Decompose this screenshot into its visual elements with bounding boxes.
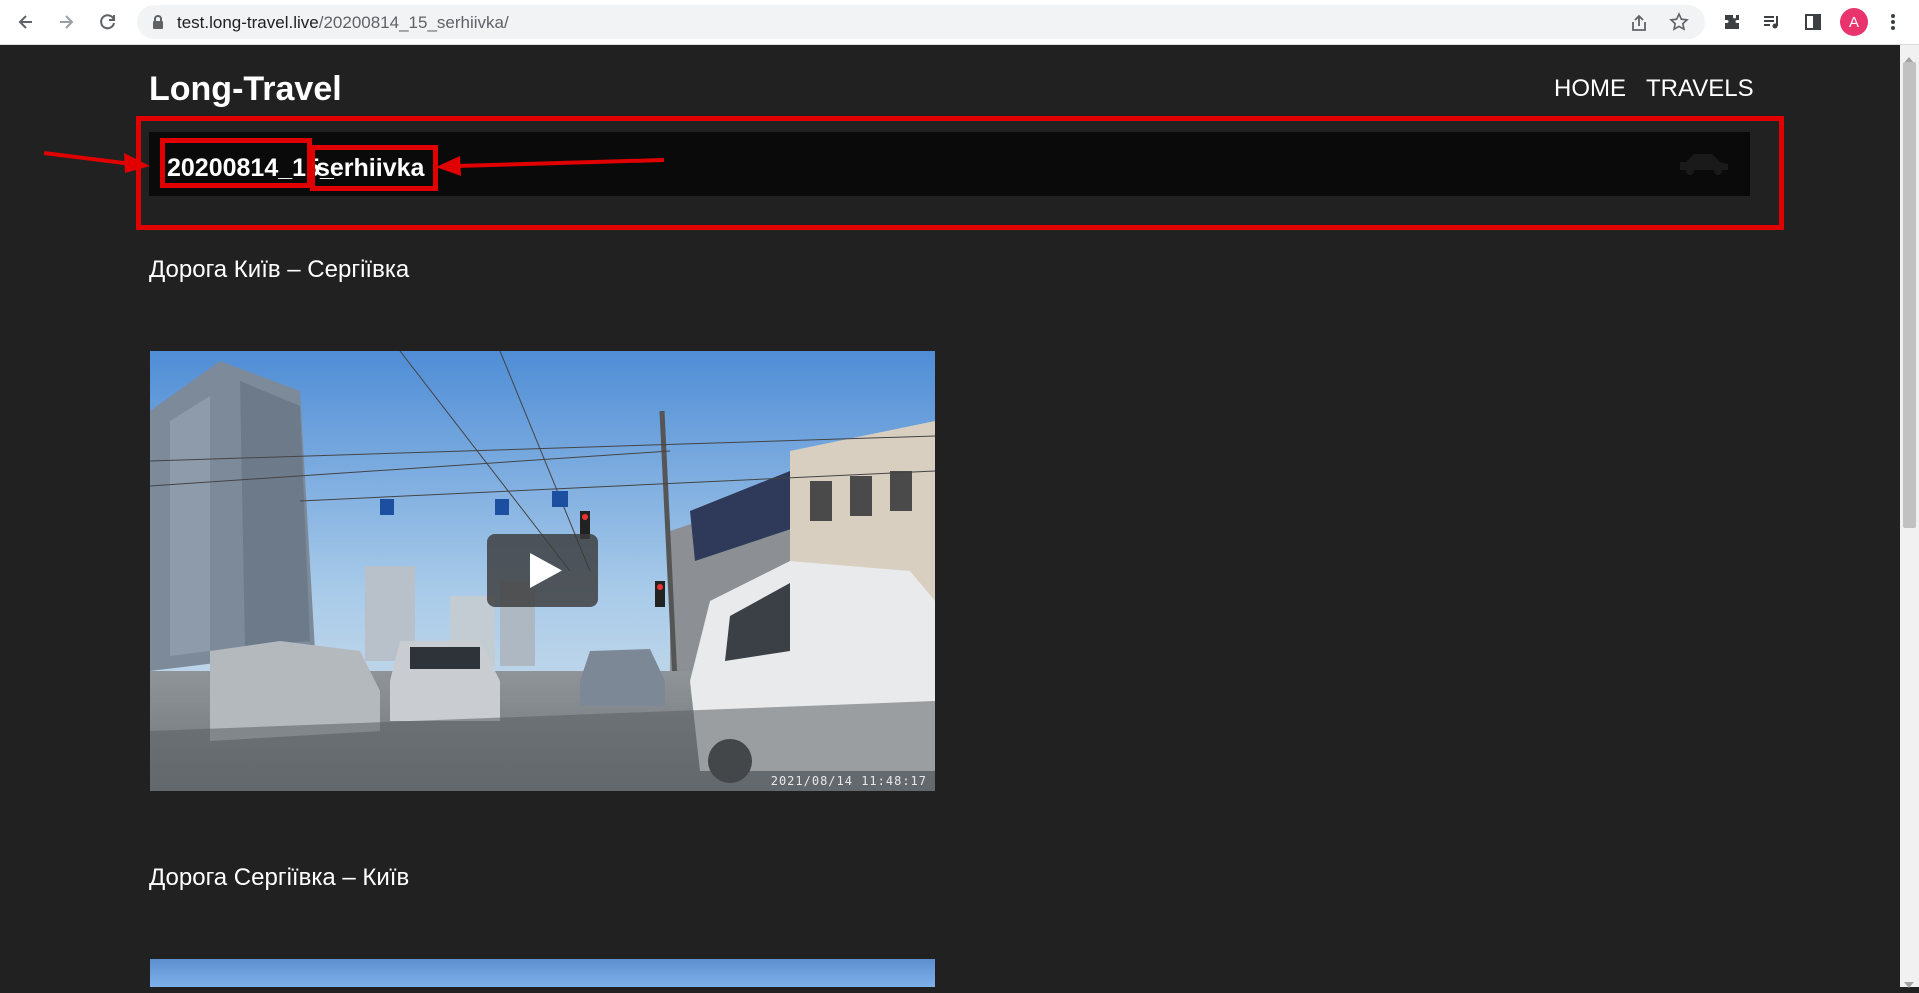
video-thumbnail-1 [150,351,935,791]
section-heading-1: Дорога Київ – Сергіївка [149,256,410,283]
section-heading-2: Дорога Сергіївка – Київ [149,864,410,891]
scroll-down-icon[interactable] [1904,975,1914,993]
video-timestamp: 2021/08/14 11:48:17 [770,774,927,788]
video-player-2[interactable] [150,959,935,987]
scrollbar-thumb[interactable] [1903,62,1916,528]
video-player-1[interactable]: 2021/08/14 11:48:17 [150,351,935,791]
